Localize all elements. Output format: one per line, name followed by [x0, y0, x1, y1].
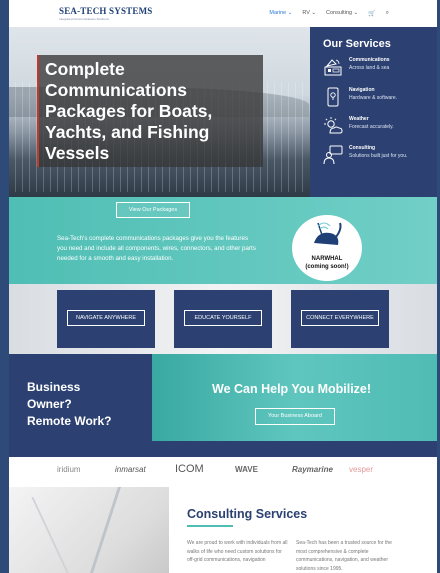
navigate-anywhere-button[interactable]: NAVIGATE ANYWHERE: [67, 310, 145, 326]
consulting-text-left: We are proud to work with individuals fr…: [187, 540, 288, 563]
mobilize-headline: We Can Help You Mobilize!: [212, 382, 372, 396]
service-desc: Solutions built just for you.: [349, 153, 408, 159]
hero-title: Complete Communications Packages for Boa…: [45, 59, 213, 163]
service-weather[interactable]: Weather Forecast accurately.: [323, 116, 394, 136]
mobilize-panel: We Can Help You Mobilize! Your Business …: [152, 354, 437, 441]
site-header: SEA-TECH SYSTEMS Integrated Communicatio…: [9, 0, 437, 27]
logo-tagline: Integrated Communications Solutions: [59, 17, 109, 21]
sailboat-image: [9, 487, 169, 573]
partner-logo-raymarine[interactable]: Raymarine: [292, 465, 333, 474]
consulting-text-right: Sea-Tech has been a trusted source for t…: [296, 540, 392, 572]
partner-logo-wave[interactable]: WAVE: [235, 465, 258, 474]
hero-title-box: Complete Communications Packages for Boa…: [37, 55, 263, 167]
feature-card: NAVIGATE ANYWHERE: [57, 290, 155, 348]
cart-icon[interactable]: 🛒: [368, 10, 375, 17]
narwhal-badge[interactable]: NARWHAL (coming soon!): [292, 215, 362, 281]
consulting-title: Consulting Services: [187, 507, 308, 521]
packages-section: View Our Packages Sea-Tech's complete co…: [9, 197, 437, 284]
main-nav: Marine ⌄ RV ⌄ Consulting ⌄ 🛒 ⌕: [269, 10, 389, 17]
service-navigation[interactable]: Navigation Hardware & software.: [323, 87, 397, 107]
your-business-aboard-button[interactable]: Your Business Aboard: [255, 408, 335, 425]
site-logo[interactable]: SEA-TECH SYSTEMS Integrated Communicatio…: [59, 6, 152, 21]
packages-description: Sea-Tech's complete communications packa…: [57, 235, 256, 262]
mast-graphic: [90, 487, 121, 573]
service-consulting[interactable]: Consulting Solutions built just for you.: [323, 145, 407, 165]
partner-logo-vesper[interactable]: vesper: [349, 465, 373, 474]
feature-card: EDUCATE YOURSELF: [174, 290, 272, 348]
service-name: Consulting: [349, 145, 376, 151]
educate-yourself-button[interactable]: EDUCATE YOURSELF: [184, 310, 262, 326]
partner-logo-icom[interactable]: ICOM: [175, 463, 204, 475]
view-packages-button[interactable]: View Our Packages: [116, 202, 190, 218]
narwhal-logo-icon: [314, 222, 342, 245]
service-name: Weather: [349, 116, 369, 122]
narwhal-name: NARWHAL: [311, 256, 343, 262]
services-panel: Our Services Communications Across land …: [310, 27, 437, 197]
nav-item-marine[interactable]: Marine ⌄: [269, 10, 292, 17]
feature-strip: NAVIGATE ANYWHERE EDUCATE YOURSELF CONNE…: [9, 284, 437, 354]
service-name: Navigation: [349, 87, 375, 93]
feature-card: CONNECT EVERYWHERE: [291, 290, 389, 348]
consulting-underline: [187, 525, 233, 527]
search-icon[interactable]: ⌕: [386, 10, 389, 17]
business-line2: Owner?: [27, 397, 72, 411]
person-chat-icon: [323, 145, 343, 165]
nav-item-consulting[interactable]: Consulting ⌄: [326, 10, 358, 17]
business-question: Business Owner? Remote Work?: [27, 379, 111, 430]
service-desc: Hardware & software.: [349, 95, 398, 101]
consulting-section: Consulting Services We are proud to work…: [9, 487, 437, 573]
nav-item-rv[interactable]: RV ⌄: [302, 10, 316, 17]
logo-title: SEA-TECH SYSTEMS: [59, 6, 153, 16]
satellite-dish-icon: [324, 59, 342, 76]
phone-map-icon: [327, 87, 339, 107]
service-name: Communications: [349, 57, 390, 63]
partner-logo-inmarsat[interactable]: inmarsat: [115, 465, 146, 474]
partner-logos: iridium inmarsat ICOM WAVE Raymarine ves…: [9, 457, 437, 487]
partner-logo-iridium[interactable]: iridium: [57, 465, 81, 474]
sun-cloud-icon: [324, 117, 343, 134]
business-line1: Business: [27, 380, 81, 394]
service-desc: Across land & sea: [349, 65, 390, 71]
page: SEA-TECH SYSTEMS Integrated Communicatio…: [9, 0, 437, 573]
service-communications[interactable]: Communications Across land & sea: [323, 57, 390, 77]
connect-everywhere-button[interactable]: CONNECT EVERYWHERE: [301, 310, 379, 326]
services-title: Our Services: [323, 38, 391, 50]
business-panel: Business Owner? Remote Work?: [9, 354, 152, 441]
service-desc: Forecast accurately.: [349, 124, 394, 130]
narwhal-status: (coming soon!): [305, 264, 349, 270]
business-line3: Remote Work?: [27, 414, 112, 428]
logos-divider: [9, 441, 437, 457]
rigging-graphic: [31, 497, 69, 573]
